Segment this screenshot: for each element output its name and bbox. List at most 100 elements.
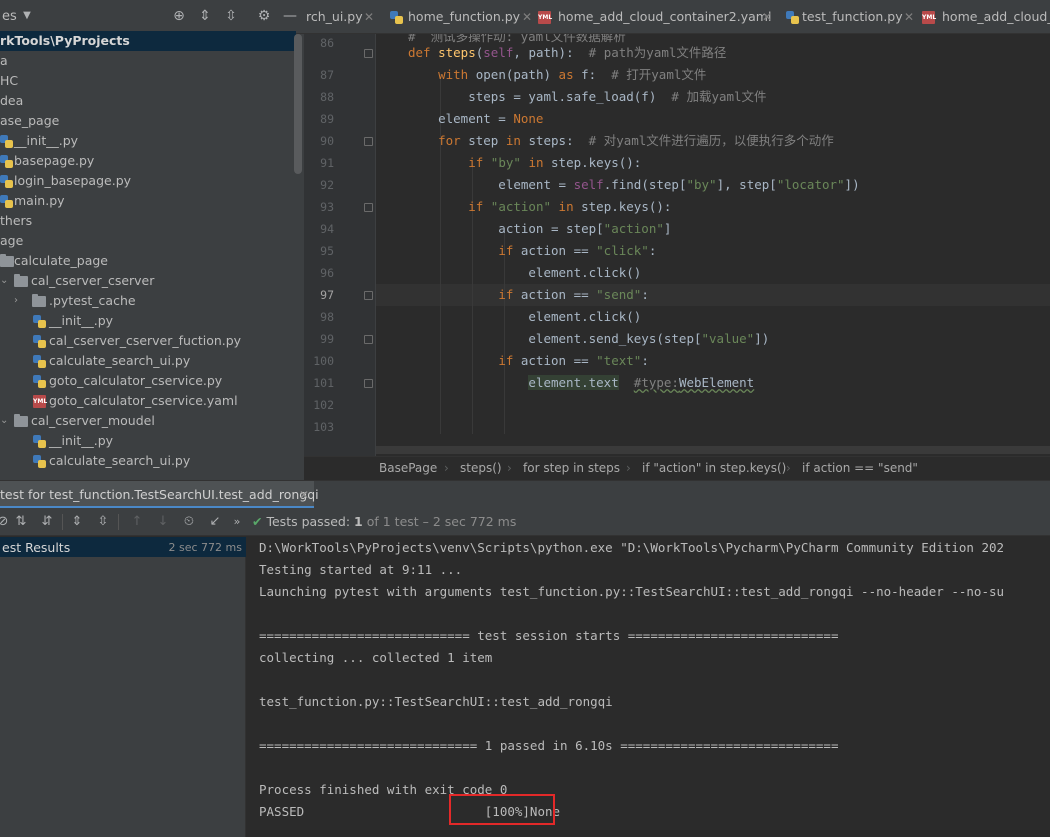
tab-home-add-cloud-c[interactable]: YML home_add_cloud_c [920,0,1050,33]
tab-run-test[interactable]: test for test_function.TestSearchUI.test… [0,481,319,509]
tree-item-root[interactable]: rkTools\PyProjects [0,31,296,51]
tree-item[interactable]: dea [0,91,296,111]
show-passed-icon[interactable]: ⊘ [0,513,12,531]
close-icon[interactable]: ✕ [762,0,772,33]
breadcrumb-separator: › [626,461,631,475]
code-line-99[interactable]: element.send_keys(step["value"]) [408,328,769,350]
line-number: 93 [320,200,334,214]
tree-item-folder[interactable]: ⌄ cal_cserver_moudel [0,411,296,431]
line-number: 91 [320,156,334,170]
tab-home-function[interactable]: home_function.py ✕ [388,0,536,33]
code-line-92[interactable]: element = self.find(step["by"], step["lo… [408,174,859,196]
tree-item[interactable]: ase_page [0,111,296,131]
line-number: 98 [320,310,334,324]
tree-item-folder[interactable]: calculate_page [0,251,296,271]
close-icon[interactable]: ✕ [904,0,914,33]
fold-marker-icon[interactable] [364,291,373,300]
tab-home-add-cloud-container2[interactable]: YML home_add_cloud_container2.yaml ✕ [536,0,780,33]
folder-icon [32,294,46,307]
sort-duration-icon[interactable]: ⇵ [38,513,56,531]
line-number: 92 [320,178,334,192]
tree-item-file[interactable]: calculate_search_ui.py [0,451,296,471]
close-icon[interactable]: ✕ [299,481,309,509]
tab-test-function[interactable]: test_function.py ✕ [784,0,920,33]
code-line-87[interactable]: with open(path) as f: # 打开yaml文件 [408,64,706,86]
folder-icon [14,274,28,287]
python-file-icon [0,195,13,208]
tree-item-file[interactable]: goto_calculator_cservice.py [0,371,296,391]
code-line-101[interactable]: element.text #type:WebElement [408,372,754,394]
fold-marker-icon[interactable] [364,203,373,212]
editor-tab-bar: rch_ui.py ✕ home_function.py ✕ YML home_… [304,0,1050,34]
previous-failed-icon[interactable]: ↑ [128,513,146,531]
code-line-86[interactable]: def steps(self, path): # path为yaml文件路径 [408,42,726,64]
next-failed-icon[interactable]: ↓ [154,513,172,531]
fold-marker-icon[interactable] [364,335,373,344]
project-toolbar: es ▼ ⊕ ⇕ ⇳ ⚙ — [0,0,304,34]
collapse-all-icon[interactable]: ⇳ [94,513,112,531]
tree-item-file[interactable]: YML goto_calculator_cservice.yaml [0,391,296,411]
code-line-93[interactable]: if "action" in step.keys(): [408,196,671,218]
tab-rch-ui[interactable]: rch_ui.py ✕ [304,0,384,33]
chevron-down-icon[interactable]: ⌄ [0,411,8,431]
code-line-96[interactable]: element.click() [408,262,641,284]
code-line-94[interactable]: action = step["action"] [408,218,671,240]
tree-item-file[interactable]: cal_cserver_cserver_fuction.py [0,331,296,351]
tree-item[interactable]: age [0,231,296,251]
tree-item-folder[interactable]: ⌄ cal_cserver_cserver [0,271,296,291]
export-results-icon[interactable]: ↙ [206,513,224,531]
run-toolbar: ⊘ ⇅ ⇵ ⇕ ⇳ ↑ ↓ ⏲ ↙ » ✔ Tests passed: 1 of … [0,508,1050,536]
tree-item-file[interactable]: login_basepage.py [0,171,296,191]
tree-item-file[interactable]: __init__.py [0,311,296,331]
breadcrumb-separator: › [444,461,449,475]
code-editor[interactable]: 86 87 88 89 90 91 92 93 94 95 96 97 98 9… [304,34,1050,456]
tree-item-file[interactable]: calculate_search_ui.py [0,351,296,371]
code-line-100[interactable]: if action == "text": [408,350,649,372]
chevron-down-icon[interactable]: ⌄ [0,271,8,291]
line-number-active: 97 [320,288,334,302]
project-scrollbar[interactable] [294,34,302,174]
tree-item-file[interactable]: basepage.py [0,151,296,171]
tree-item[interactable]: thers [0,211,296,231]
breadcrumb-item[interactable]: if action == "send" [802,461,918,475]
tree-item-file[interactable]: __init__.py [0,431,296,451]
sort-alpha-icon[interactable]: ⇅ [12,513,30,531]
hide-icon[interactable]: — [281,7,299,25]
close-icon[interactable]: ✕ [364,0,374,33]
test-history-icon[interactable]: ⏲ [180,513,198,531]
breadcrumb-item[interactable]: steps() [460,461,502,475]
tree-item-file[interactable]: main.py [0,191,296,211]
code-line-98[interactable]: element.click() [408,306,641,328]
breadcrumb-item[interactable]: BasePage [379,461,437,475]
expand-all-icon[interactable]: ⇕ [196,7,214,25]
more-actions-icon[interactable]: » [228,513,246,531]
code-line-88[interactable]: steps = yaml.safe_load(f) # 加载yaml文件 [408,86,766,108]
collapse-all-icon[interactable]: ⇳ [222,7,240,25]
project-view-title[interactable]: es [2,9,17,24]
editor-horizontal-scrollbar[interactable] [376,446,1050,454]
dropdown-arrow-icon[interactable]: ▼ [18,7,36,25]
code-line-90[interactable]: for step in steps: # 对yaml文件进行遍历，以便执行多个动… [408,130,834,152]
code-line-97[interactable]: if action == "send": [408,284,649,306]
expand-all-icon[interactable]: ⇕ [68,513,86,531]
close-icon[interactable]: ✕ [522,0,532,33]
breadcrumb-item[interactable]: for step in steps [523,461,620,475]
console-output[interactable]: D:\WorkTools\PyProjects\venv\Scripts\pyt… [247,537,1050,837]
tree-item-file[interactable]: __init__.py [0,131,296,151]
fold-marker-icon[interactable] [364,137,373,146]
python-file-icon [33,375,46,388]
tree-item[interactable]: a [0,51,296,71]
console-line: D:\WorkTools\PyProjects\venv\Scripts\pyt… [259,540,1005,555]
fold-marker-icon[interactable] [364,379,373,388]
locate-icon[interactable]: ⊕ [170,7,188,25]
gear-icon[interactable]: ⚙ [255,7,273,25]
code-line-95[interactable]: if action == "click": [408,240,656,262]
tree-item[interactable]: HC [0,71,296,91]
code-line-91[interactable]: if "by" in step.keys(): [408,152,641,174]
breadcrumb-item[interactable]: if "action" in step.keys() [642,461,786,475]
chevron-right-icon[interactable]: › [14,291,18,311]
code-line-89[interactable]: element = None [408,108,543,130]
fold-marker-icon[interactable] [364,49,373,58]
tree-item-folder[interactable]: › .pytest_cache [0,291,296,311]
test-results-root[interactable]: est Results 2 sec 772 ms [0,537,246,557]
